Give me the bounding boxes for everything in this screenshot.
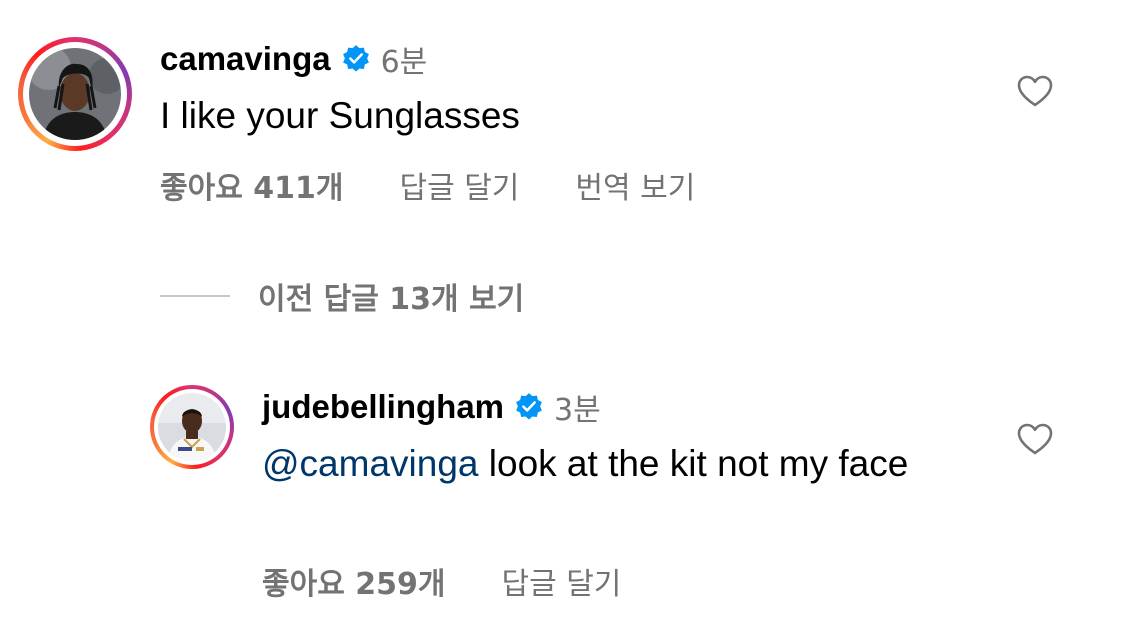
likes-count[interactable]: 좋아요 259개: [262, 559, 445, 603]
reply-button[interactable]: 답글 달기: [501, 559, 621, 603]
reply-button[interactable]: 답글 달기: [399, 163, 519, 207]
heart-outline-icon[interactable]: [1016, 74, 1054, 108]
replies-divider: [160, 295, 230, 297]
comment-text: I like your Sunglasses: [160, 95, 520, 136]
comment-text: @camavinga look at the kit not my face: [262, 440, 962, 488]
heart-outline-icon[interactable]: [1016, 422, 1054, 456]
comment-actions: 좋아요 259개 답글 달기: [262, 560, 621, 602]
verified-badge-icon: [341, 44, 371, 74]
view-previous-replies-button[interactable]: 이전 답글 13개 보기: [160, 276, 525, 317]
comment-actions: 좋아요 411개 답글 달기 번역 보기: [160, 164, 695, 206]
comment-header: judebellingham 3분: [262, 386, 601, 428]
avatar[interactable]: [158, 393, 226, 461]
comment-time: 3분: [554, 393, 601, 428]
mention-link[interactable]: @camavinga: [262, 443, 479, 484]
translate-button[interactable]: 번역 보기: [575, 163, 695, 207]
avatar-photo: [158, 393, 226, 461]
avatar[interactable]: [29, 48, 121, 140]
verified-badge-icon: [514, 392, 544, 422]
username-link[interactable]: judebellingham: [262, 388, 504, 426]
comment-body: look at the kit not my face: [478, 443, 909, 484]
view-previous-replies-label: 이전 답글 13개 보기: [258, 282, 525, 317]
likes-count[interactable]: 좋아요 411개: [160, 163, 343, 207]
comment-time: 6분: [380, 45, 428, 80]
avatar-photo: [29, 48, 121, 140]
comment-header: camavinga 6분: [160, 38, 427, 80]
username-link[interactable]: camavinga: [160, 40, 331, 78]
